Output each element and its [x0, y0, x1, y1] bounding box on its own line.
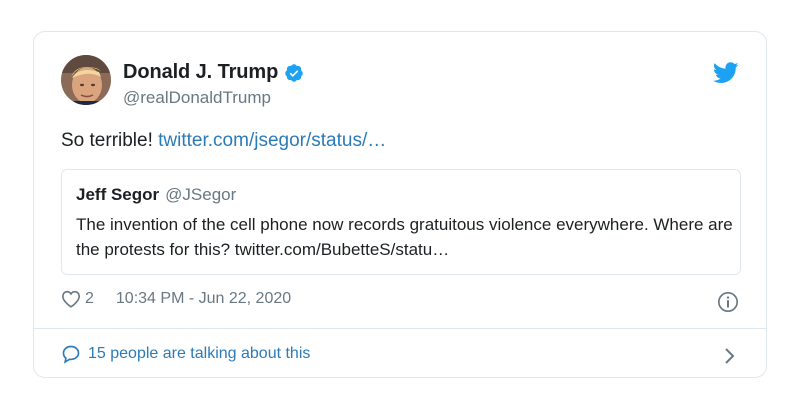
quoted-tweet-header: Jeff Segor @JSegor [76, 185, 236, 205]
conversation-link[interactable]: 15 people are talking about this [61, 344, 310, 364]
speech-bubble-icon [62, 345, 80, 364]
quoted-tweet-text: The invention of the cell phone now reco… [76, 215, 733, 259]
quoted-author-name: Jeff Segor [76, 185, 160, 204]
tweet-text: So terrible! twitter.com/jsegor/status/… [61, 130, 386, 152]
author-name-row[interactable]: Donald J. Trump [123, 61, 304, 84]
chevron-right-icon[interactable] [724, 347, 736, 365]
avatar[interactable] [61, 55, 111, 105]
author-display-name[interactable]: Donald J. Trump [123, 61, 278, 84]
divider [34, 328, 766, 329]
quoted-author-handle: @JSegor [165, 185, 237, 204]
tweet-timestamp[interactable]: 10:34 PM - Jun 22, 2020 [116, 290, 291, 308]
embedded-tweet-card[interactable]: Donald J. Trump @realDonaldTrump So terr… [33, 31, 767, 378]
tweet-link[interactable]: twitter.com/jsegor/status/… [158, 130, 386, 151]
author-handle[interactable]: @realDonaldTrump [123, 88, 271, 108]
quoted-tweet[interactable]: Jeff Segor @JSegor The invention of the c… [61, 169, 741, 275]
like-count[interactable]: 2 [85, 290, 94, 308]
heart-icon[interactable] [61, 290, 81, 308]
info-icon[interactable] [717, 291, 739, 313]
conversation-text[interactable]: 15 people are talking about this [88, 345, 310, 363]
tweet-body: So terrible! [61, 130, 153, 151]
twitter-bird-icon[interactable] [713, 62, 739, 84]
tweet-meta: 2 10:34 PM - Jun 22, 2020 [61, 290, 291, 308]
verified-badge-icon [285, 63, 303, 82]
